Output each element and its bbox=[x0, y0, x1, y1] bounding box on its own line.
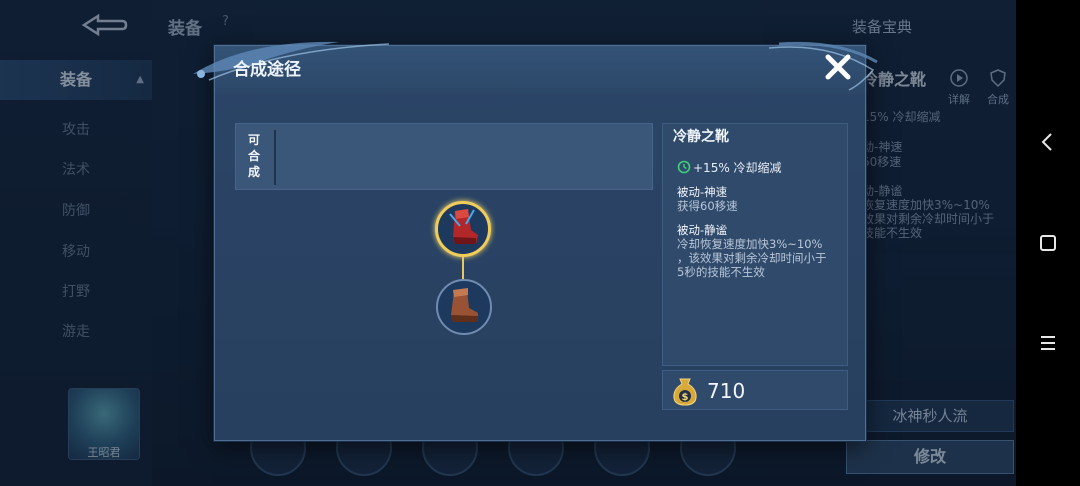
sidebar-item-equipment[interactable]: 装备 ▲ bbox=[0, 60, 152, 100]
build-name-button[interactable]: 冰神秒人流 bbox=[846, 400, 1014, 432]
nav-menu-icon[interactable] bbox=[1036, 331, 1060, 355]
sidebar-item-magic[interactable]: 法术 bbox=[0, 150, 152, 190]
synthesis-tree: 可 合 成 bbox=[235, 123, 653, 423]
close-icon[interactable] bbox=[821, 50, 855, 84]
back-arrow-icon[interactable] bbox=[78, 12, 130, 38]
cooldown-clock-icon bbox=[677, 160, 691, 174]
modify-button[interactable]: 修改 bbox=[846, 440, 1014, 474]
combinable-bar: 可 合 成 bbox=[235, 123, 653, 190]
bg-detail-line: 60移速 bbox=[862, 155, 902, 169]
dialog-title: 合成途径 bbox=[233, 60, 301, 80]
svg-text:$: $ bbox=[682, 392, 689, 403]
nav-home-icon[interactable] bbox=[1036, 231, 1060, 255]
combinable-label: 可 合 成 bbox=[244, 132, 264, 180]
sidebar-item-roam[interactable]: 游走 bbox=[0, 312, 152, 352]
sidebar-item-label: 装备 bbox=[59, 70, 92, 89]
passive-desc-line: ，该效果对剩余冷却时间小于 bbox=[677, 251, 827, 265]
help-icon[interactable]: ? bbox=[222, 14, 229, 29]
passive-title: 被动-静谧 bbox=[677, 223, 728, 237]
dialog-header: 合成途径 bbox=[193, 41, 878, 94]
passive-block: 被动-神速 获得60移速 bbox=[677, 185, 835, 213]
caret-up-icon: ▲ bbox=[136, 74, 144, 85]
item-info-panel: 冷静之靴 +15% 冷却缩减 被动-神速 获得60移速 被动-静谧 冷却恢复速度… bbox=[662, 123, 848, 366]
sidebar-item-movement[interactable]: 移动 bbox=[0, 232, 152, 272]
encyclopedia-button[interactable]: 装备宝典 bbox=[852, 16, 912, 37]
play-circle-icon bbox=[950, 69, 968, 87]
price-value: 710 bbox=[707, 379, 746, 403]
shield-icon bbox=[990, 69, 1006, 88]
passive-block: 被动-静谧 冷却恢复速度加快3%~10% ，该效果对剩余冷却时间小于 5秒的技能… bbox=[677, 223, 835, 279]
item-stat-text: +15% 冷却缩减 bbox=[693, 160, 782, 175]
item-name: 冷静之靴 bbox=[673, 129, 729, 145]
item-stat: +15% 冷却缩减 bbox=[677, 159, 835, 175]
bg-detail-line: 技能不生效 bbox=[862, 226, 923, 240]
compose-button[interactable]: 合成 bbox=[984, 68, 1012, 107]
passive-desc: 获得60移速 bbox=[677, 199, 738, 213]
synthesis-path-dialog: 合成途径 可 合 成 冷静之靴 +15% 冷却缩减 被动-神速 获得60移速 被… bbox=[193, 41, 878, 441]
divider bbox=[274, 130, 276, 185]
sidebar-item-attack[interactable]: 攻击 bbox=[0, 110, 152, 150]
combinable-char: 可 bbox=[247, 133, 260, 147]
item-node-calm-boots[interactable] bbox=[435, 201, 491, 257]
tree-connector bbox=[462, 257, 464, 281]
combinable-char: 成 bbox=[247, 165, 260, 179]
price-box: $ 710 bbox=[662, 370, 848, 410]
red-boots-icon bbox=[449, 209, 478, 244]
passive-title: 被动-神速 bbox=[677, 185, 728, 199]
nav-back-icon[interactable] bbox=[1036, 130, 1060, 154]
bg-detail-line: 15% 冷却缩减 bbox=[862, 110, 941, 124]
passive-desc-line: 5秒的技能不生效 bbox=[677, 265, 765, 279]
hero-name: 王昭君 bbox=[87, 446, 121, 459]
gold-bag-icon: $ bbox=[673, 378, 697, 406]
sidebar-item-defense[interactable]: 防御 bbox=[0, 191, 152, 231]
compose-label: 合成 bbox=[987, 93, 1009, 106]
system-nav-bar bbox=[1016, 0, 1080, 486]
detail-label: 详解 bbox=[948, 93, 970, 106]
detail-button[interactable]: 详解 bbox=[946, 68, 972, 107]
passive-desc-line: 冷却恢复速度加快3%~10% bbox=[677, 237, 823, 251]
combinable-char: 合 bbox=[247, 149, 260, 163]
sidebar-item-jungle[interactable]: 打野 bbox=[0, 272, 152, 312]
brown-boots-icon bbox=[451, 288, 478, 322]
item-node-boots[interactable] bbox=[436, 279, 492, 335]
decorative-swoosh-icon bbox=[193, 41, 390, 81]
